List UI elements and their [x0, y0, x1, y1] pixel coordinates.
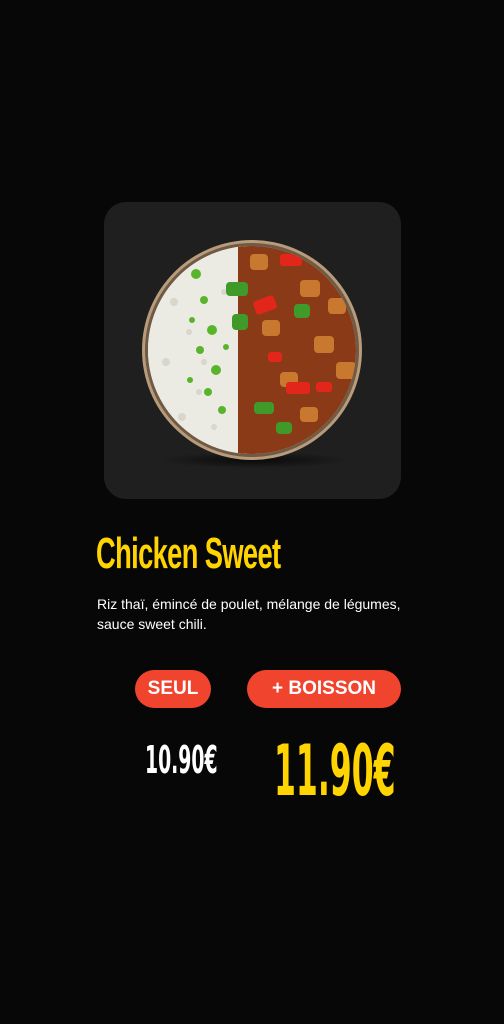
product-description: Riz thaï, émincé de poulet, mélange de l…: [97, 596, 401, 632]
price-with-drink: 11.90€: [274, 730, 396, 812]
option-with-drink-button[interactable]: + BOISSON: [247, 670, 401, 708]
option-solo-button[interactable]: SEUL: [135, 670, 211, 708]
product-image-card: [104, 202, 401, 499]
food-bowl-image: [142, 240, 362, 468]
price-solo: 10.90€: [145, 738, 218, 782]
product-title: Chicken Sweet: [96, 529, 281, 578]
